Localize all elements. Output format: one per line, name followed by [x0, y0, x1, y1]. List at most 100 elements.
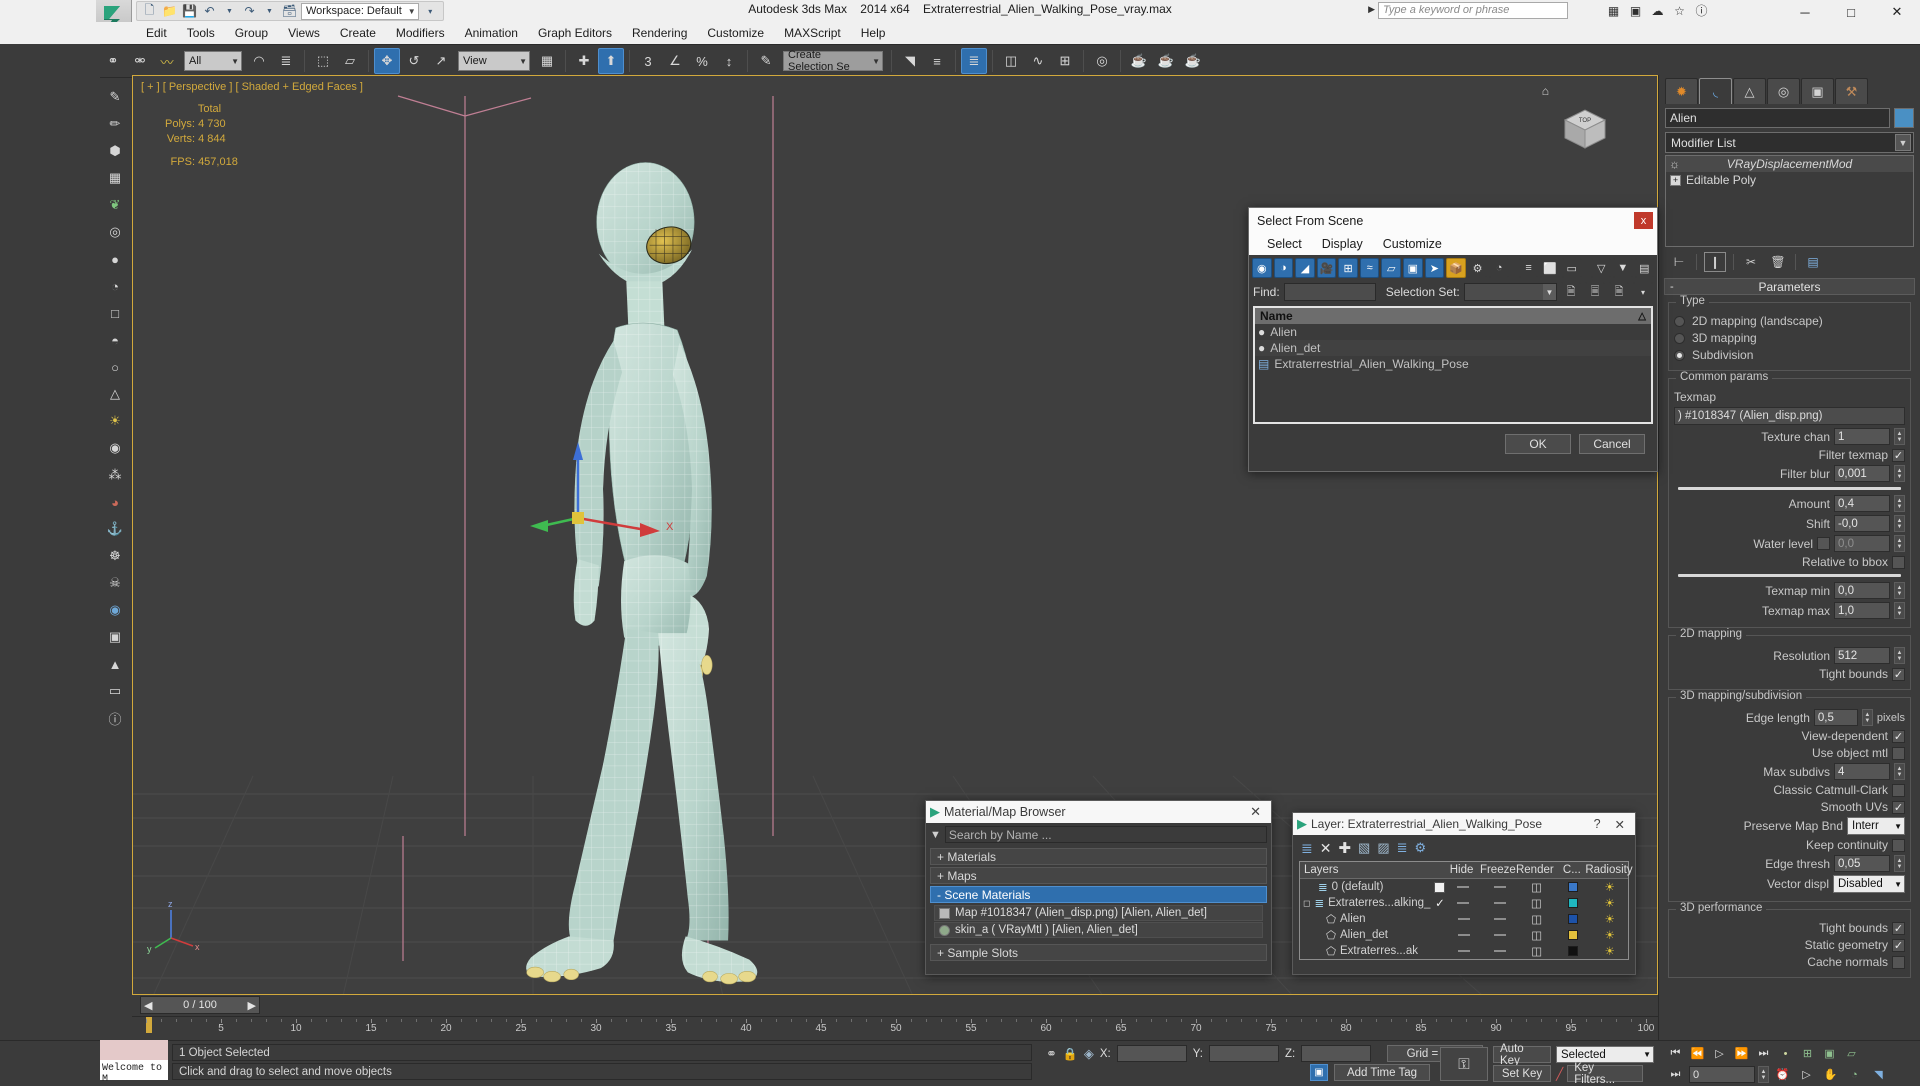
static-geometry-checkbox[interactable]: ✓ — [1892, 938, 1905, 952]
filter-blur-input[interactable]: 0,001 — [1834, 465, 1890, 482]
relative-bbox-checkbox[interactable] — [1892, 555, 1905, 569]
close-icon[interactable]: x — [1634, 212, 1653, 229]
tool-pin-icon[interactable]: ⚓ — [102, 516, 128, 542]
material-search-input[interactable]: Search by Name ... — [944, 826, 1267, 843]
use-pivot-point-center-icon[interactable]: ▦ — [534, 48, 560, 74]
play-animation-button[interactable]: ▷ — [1709, 1044, 1730, 1063]
field-of-view-button[interactable]: ◥ — [1868, 1065, 1889, 1084]
group-scene-materials[interactable]: - Scene Materials — [930, 886, 1267, 903]
search-dropdown-arrow[interactable]: ▶ — [1368, 4, 1375, 15]
radio-subdivision[interactable]: Subdivision — [1674, 348, 1905, 362]
project-folder-icon[interactable]: 🗃 — [281, 3, 298, 20]
menu-item-animation[interactable]: Animation — [455, 24, 528, 42]
isolate-selection-icon[interactable]: ⚭ — [1046, 1046, 1057, 1062]
layer-settings-icon[interactable]: ⚙ — [1415, 840, 1427, 856]
modifier-list-dropdown[interactable]: Modifier List ▼ — [1665, 132, 1914, 153]
tool-circle-icon[interactable]: ○ — [102, 354, 128, 380]
tool-brush-icon[interactable]: ✎ — [102, 84, 128, 110]
render-toggle[interactable]: ◫ — [1518, 880, 1555, 894]
radiosity-icon[interactable]: ☀ — [1591, 912, 1628, 926]
column-render[interactable]: Render — [1516, 864, 1554, 876]
y-field[interactable] — [1208, 1045, 1279, 1062]
close-icon[interactable]: ✕ — [1609, 817, 1631, 832]
resolution-input[interactable]: 512 — [1834, 647, 1890, 664]
cancel-button[interactable]: Cancel — [1579, 434, 1645, 454]
radio-2d-mapping[interactable]: 2D mapping (landscape) — [1674, 314, 1905, 328]
table-row[interactable]: ⬠ Alien ◫ ☀ — [1300, 911, 1628, 927]
cache-normals-checkbox[interactable] — [1892, 955, 1905, 969]
home-view-icon[interactable]: ⌂ — [1542, 84, 1549, 98]
select-and-scale-icon[interactable]: ↗ — [428, 48, 454, 74]
layer-properties-icon[interactable]: ≣ — [1397, 840, 1408, 856]
help-icon[interactable]: ? — [1586, 817, 1609, 831]
tool-cap-icon[interactable]: ◓ — [102, 327, 128, 353]
modifier-stack-item-vray[interactable]: ☼ VRayDisplacementMod — [1666, 156, 1913, 172]
shift-input[interactable]: -0,0 — [1834, 515, 1890, 532]
tool-drop-icon[interactable]: ◕ — [102, 489, 128, 515]
tool-sun-icon[interactable]: ☀ — [102, 408, 128, 434]
grid-icon[interactable]: ▦ — [1605, 2, 1622, 19]
qat-overflow-icon[interactable]: ▾ — [422, 3, 439, 20]
menu-item-create[interactable]: Create — [330, 24, 386, 42]
display-groups-icon[interactable]: ▱ — [1381, 258, 1402, 278]
water-level-input[interactable]: 0,0 — [1834, 535, 1890, 552]
display-space-warps-icon[interactable]: ≈ — [1359, 258, 1380, 278]
create-new-layer-icon[interactable]: ≣ — [1301, 840, 1313, 857]
render-toggle[interactable]: ◫ — [1518, 928, 1555, 942]
menu-item-graph-editors[interactable]: Graph Editors — [528, 24, 622, 42]
display-bones-icon[interactable]: ➤ — [1424, 258, 1445, 278]
delete-selection-set-icon[interactable]: 🗎 — [1609, 282, 1629, 302]
radiosity-icon[interactable]: ☀ — [1591, 928, 1628, 942]
filter-advanced-icon[interactable]: ▼ — [1612, 258, 1633, 278]
menu-item-rendering[interactable]: Rendering — [622, 24, 697, 42]
motion-tab[interactable]: ◎ — [1767, 78, 1800, 104]
group-sample-slots[interactable]: + Sample Slots — [930, 944, 1267, 961]
texmap-min-spinner[interactable]: ▲ ▼ — [1894, 582, 1905, 599]
schematic-view-icon[interactable]: ⊞ — [1052, 48, 1078, 74]
tool-grid-icon[interactable]: ▦ — [102, 165, 128, 191]
object-name-field[interactable]: Alien — [1665, 108, 1890, 128]
zoom-region-button[interactable]: ▣ — [1819, 1044, 1840, 1063]
tool-paint-icon[interactable]: ✏ — [102, 111, 128, 137]
edge-thresh-spinner[interactable]: ▲ ▼ — [1894, 855, 1905, 872]
maximize-viewport-button[interactable]: ▱ — [1841, 1044, 1862, 1063]
menu-item-maxscript[interactable]: MAXScript — [774, 24, 851, 42]
use-object-mtl-checkbox[interactable] — [1892, 746, 1905, 760]
find-input[interactable] — [1283, 283, 1376, 301]
percent-snap-toggle-icon[interactable]: % — [689, 48, 715, 74]
table-row[interactable]: ⬠ Extraterres...ak ◫ ☀ — [1300, 943, 1628, 959]
selection-set-dropdown[interactable]: ▼ — [1463, 283, 1557, 301]
orbit-button[interactable]: ◔ — [1844, 1065, 1865, 1084]
color-swatch[interactable] — [1555, 930, 1592, 940]
parameters-rollup-header[interactable]: - Parameters — [1664, 278, 1915, 295]
star-icon[interactable]: ☆ — [1671, 2, 1688, 19]
select-link-icon[interactable]: ⚭ — [100, 48, 126, 74]
menu-item-help[interactable]: Help — [851, 24, 896, 42]
workspace-selector[interactable]: Workspace: Default ▼ — [301, 2, 419, 20]
curve-editor-icon[interactable]: ∿ — [1025, 48, 1051, 74]
display-xrefs-icon[interactable]: ▣ — [1403, 258, 1423, 278]
list-column-header[interactable]: Name △ — [1255, 308, 1651, 324]
hierarchy-tab[interactable]: △ — [1733, 78, 1766, 104]
current-layer-box[interactable] — [1434, 881, 1446, 893]
tool-eye-icon[interactable]: ◉ — [102, 597, 128, 623]
maximize-button[interactable]: □ — [1828, 0, 1874, 24]
previous-frame-arrow[interactable]: ◀ — [144, 999, 152, 1012]
filter-icon[interactable]: ▽ — [1591, 258, 1611, 278]
next-frame-arrow[interactable]: ▶ — [248, 999, 256, 1012]
bind-space-warp-icon[interactable]: 〰 — [154, 48, 180, 74]
ok-button[interactable]: OK — [1505, 434, 1571, 454]
material-list-item[interactable]: Map #1018347 (Alien_disp.png) [Alien, Al… — [934, 905, 1263, 921]
collapse-icon[interactable]: ◻ — [1303, 898, 1310, 909]
expand-all-icon[interactable]: ≡ — [1518, 258, 1539, 278]
tool-help-icon[interactable]: ⓘ — [102, 705, 128, 731]
filter-icon[interactable]: ▼ — [930, 829, 941, 841]
view-dependent-checkbox[interactable]: ✓ — [1892, 729, 1905, 743]
save-selection-set-icon[interactable]: 🗎 — [1561, 282, 1581, 302]
go-to-end-button[interactable]: ⏭ — [1753, 1044, 1774, 1063]
named-selection-sets-dropdown[interactable]: Create Selection Se ▼ — [783, 49, 883, 73]
column-radiosity[interactable]: Radiosity — [1585, 864, 1632, 876]
column-layers[interactable]: Layers — [1300, 864, 1443, 876]
undo-icon[interactable]: ↶ — [201, 3, 218, 20]
column-freeze[interactable]: Freeze — [1480, 864, 1516, 876]
